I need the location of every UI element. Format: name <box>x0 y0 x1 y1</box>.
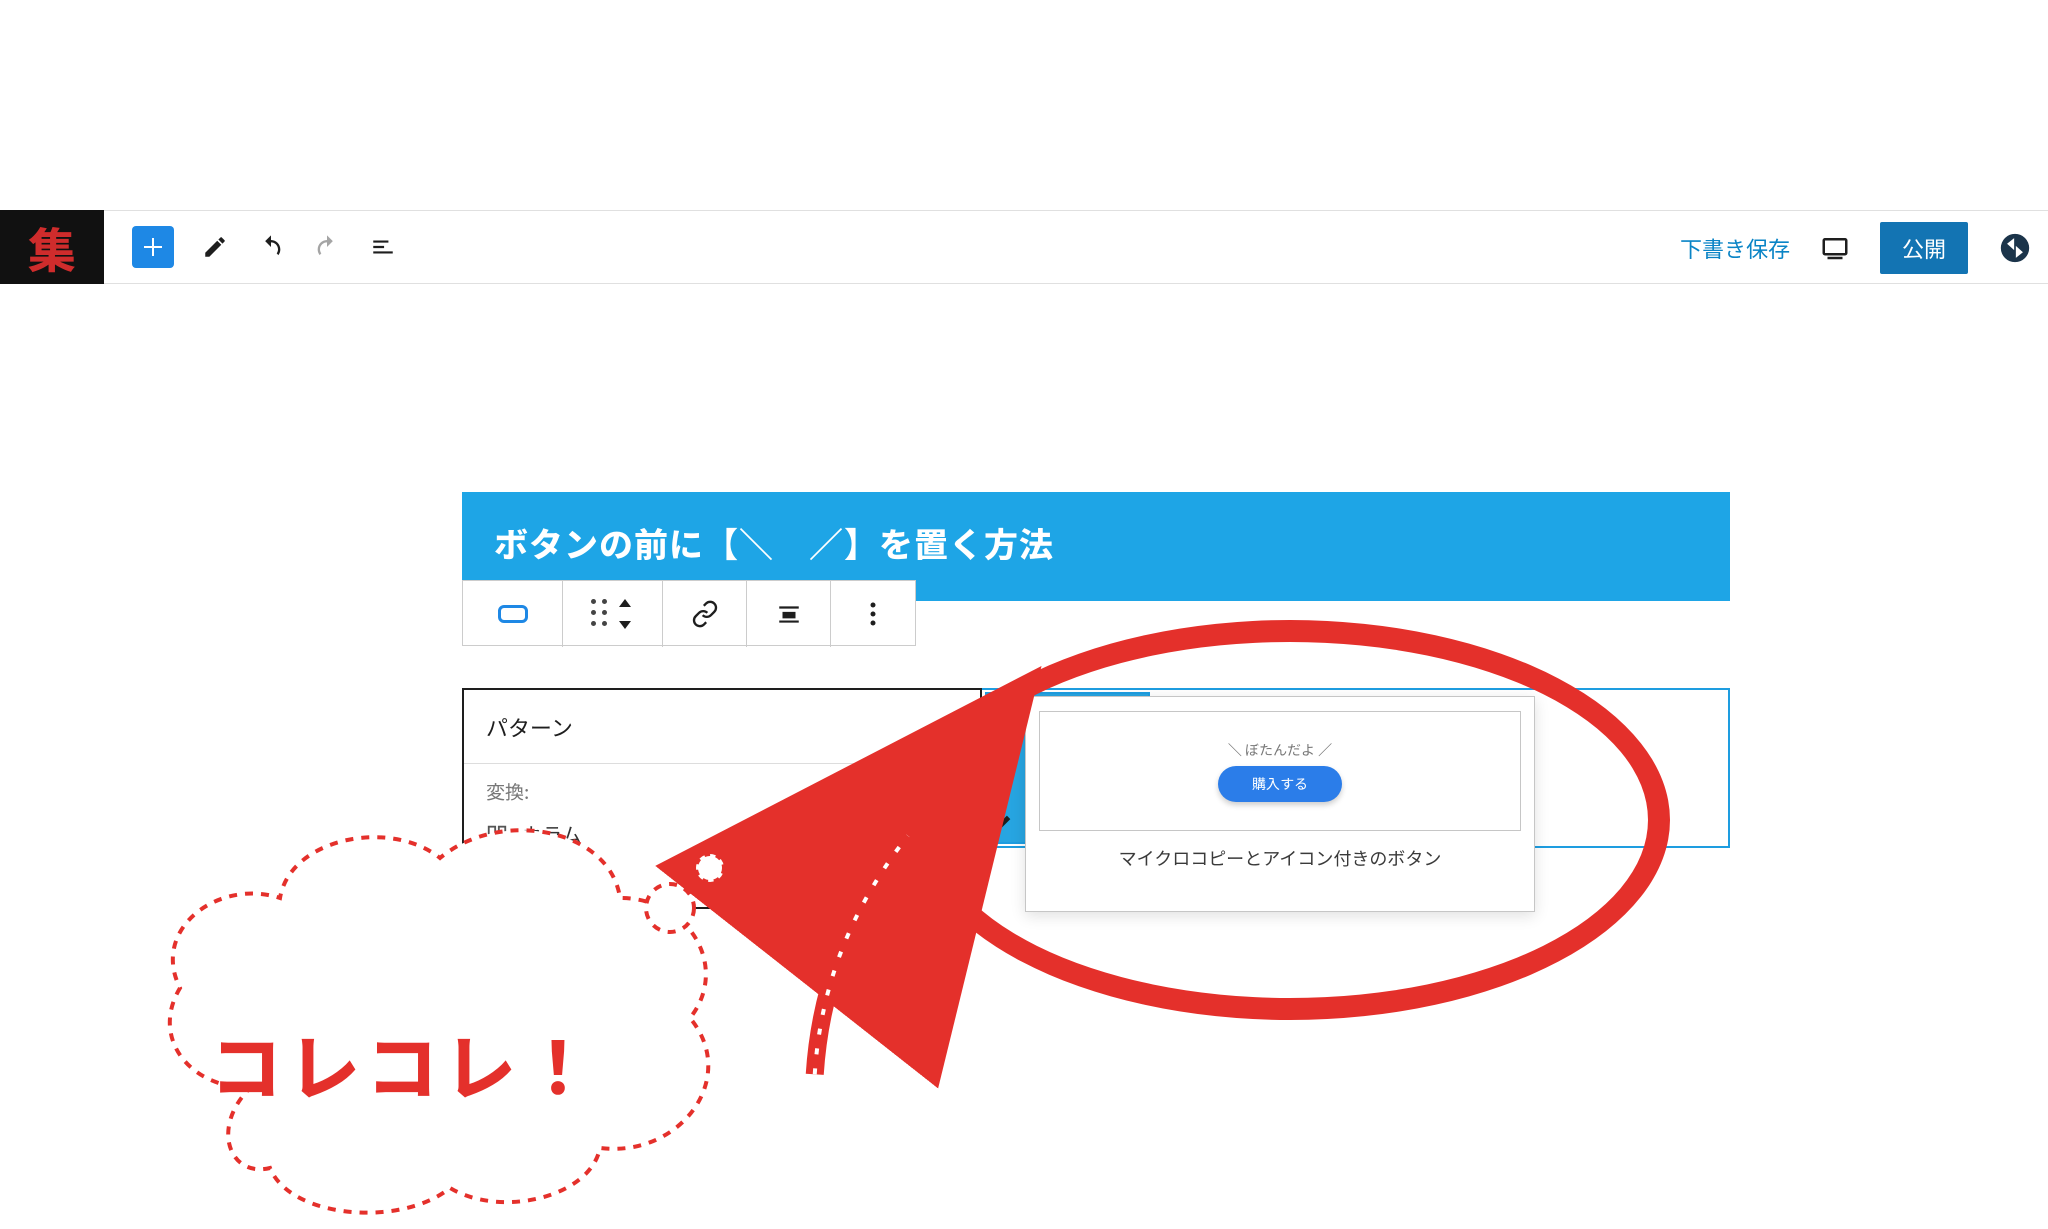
transform-option-column[interactable]: カラム <box>464 809 980 858</box>
block-type-button[interactable] <box>463 581 563 647</box>
preview-button[interactable] <box>1820 233 1850 263</box>
block-link-button[interactable] <box>663 581 747 647</box>
chevron-updown-icon <box>616 599 634 629</box>
pattern-label: パターン <box>486 711 573 743</box>
add-block-button[interactable] <box>132 226 174 268</box>
annotation-text: コレコレ！ <box>210 1010 600 1115</box>
transform-panel: パターン 変換: カラム プ <box>462 688 982 909</box>
block-move-button[interactable] <box>563 581 663 647</box>
align-icon <box>776 601 802 627</box>
undo-button[interactable] <box>256 232 286 262</box>
list-view-button[interactable] <box>368 232 398 262</box>
topbar-left-tools <box>132 226 398 268</box>
undo-icon <box>257 233 285 261</box>
column-edit-handle[interactable] <box>990 806 1020 836</box>
pattern-preview-button: 購入する <box>1218 766 1342 802</box>
jetpack-icon[interactable] <box>1998 231 2032 265</box>
transform-option-label: カラム <box>522 819 581 848</box>
editor-topbar: 集 下書き保存 公開 <box>0 210 2048 284</box>
save-draft-link[interactable]: 下書き保存 <box>1680 232 1790 264</box>
transform-label: 変換: <box>464 764 980 809</box>
redo-button[interactable] <box>312 232 342 262</box>
pattern-caption: マイクロコピーとアイコン付きのボタン <box>1119 845 1442 871</box>
pattern-row[interactable]: パターン <box>464 690 980 764</box>
block-toolbar <box>462 580 916 646</box>
kebab-icon <box>869 601 877 627</box>
button-block-icon <box>498 605 528 623</box>
outline-icon <box>370 234 396 260</box>
site-logo-glyph: 集 <box>28 212 76 282</box>
link-icon <box>691 600 719 628</box>
topbar-right-tools: 下書き保存 公開 <box>1680 211 2032 285</box>
pattern-flyout[interactable]: ＼ ぼたんだよ ／ 購入する マイクロコピーとアイコン付きのボタン <box>1025 696 1535 912</box>
block-align-button[interactable] <box>747 581 831 647</box>
redo-icon <box>313 233 341 261</box>
pattern-microcopy: ＼ ぼたんだよ ／ <box>1228 740 1332 760</box>
pencil-icon <box>994 810 1016 832</box>
edit-mode-button[interactable] <box>200 232 230 262</box>
plus-icon <box>141 235 165 259</box>
publish-button[interactable]: 公開 <box>1880 222 1968 274</box>
site-logo[interactable]: 集 <box>0 210 104 284</box>
block-more-button[interactable] <box>831 581 915 647</box>
transform-option-group[interactable]: プ <box>464 858 980 907</box>
pattern-preview: ＼ ぼたんだよ ／ 購入する <box>1039 711 1521 831</box>
pencil-icon <box>202 234 228 260</box>
columns-icon <box>486 823 508 845</box>
desktop-icon <box>1820 233 1850 263</box>
chevron-right-icon <box>942 719 958 735</box>
transform-option-label: プ <box>522 868 542 897</box>
drag-handle-icon <box>591 599 610 629</box>
